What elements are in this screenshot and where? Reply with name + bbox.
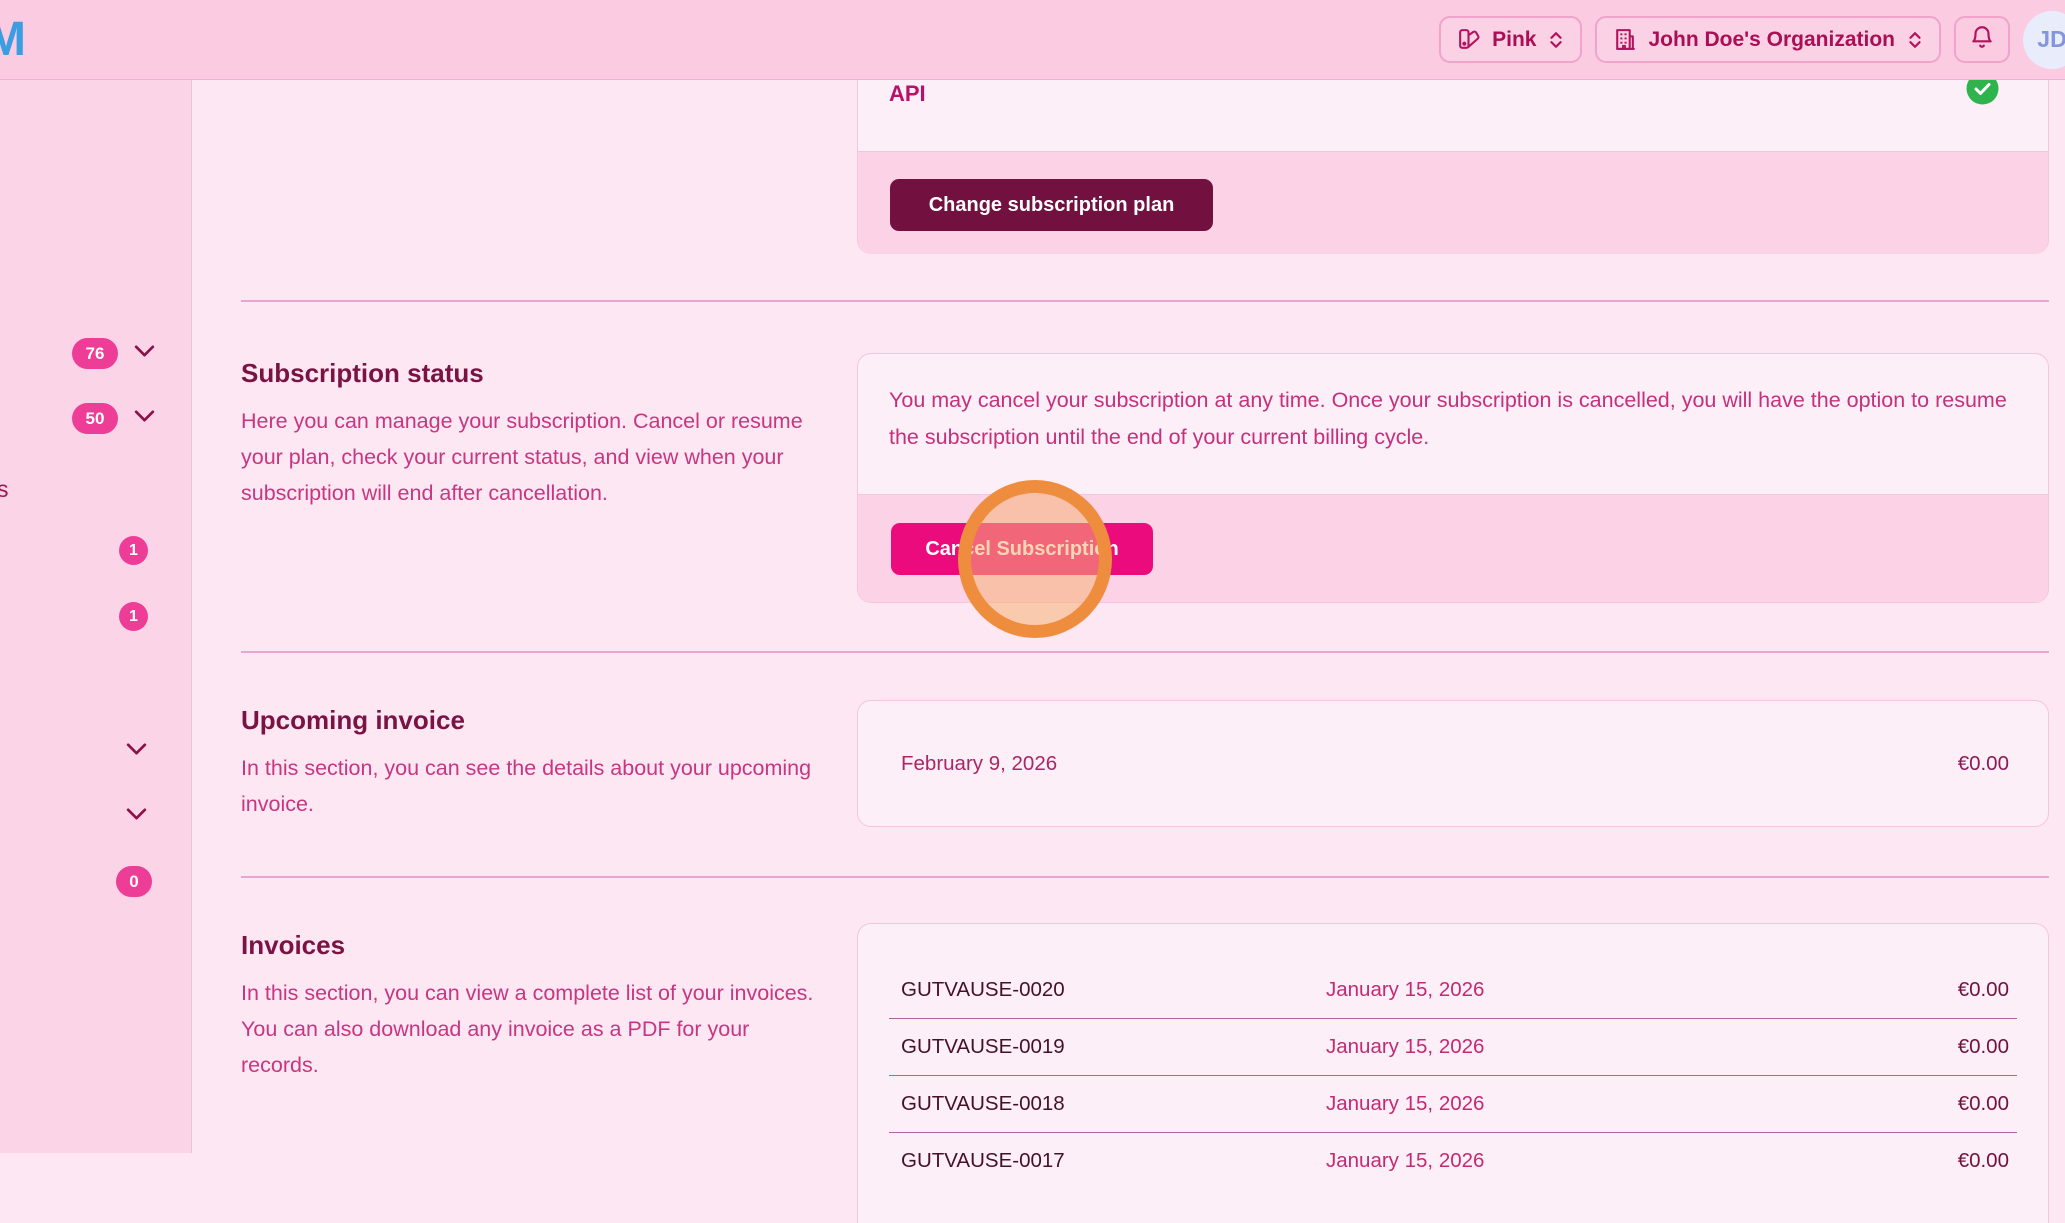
user-avatar[interactable]: JD — [2023, 11, 2065, 69]
sidebar-item-badge-3[interactable]: 0 — [116, 866, 152, 897]
invoices-heading: Invoices — [241, 930, 826, 961]
count-badge: 1 — [119, 602, 148, 631]
invoice-row[interactable]: GUTVAUSE-0019 January 15, 2026 €0.00 — [858, 1019, 2048, 1075]
section-divider — [241, 300, 2049, 302]
upcoming-invoice-intro: Upcoming invoice In this section, you ca… — [241, 705, 826, 822]
theme-swatch-icon — [1456, 27, 1481, 52]
sidebar-clipped-label: s — [0, 476, 9, 503]
sidebar-item-badge-1[interactable]: 1 — [119, 536, 148, 565]
count-badge: 0 — [116, 866, 152, 897]
invoice-number: GUTVAUSE-0019 — [901, 1035, 1326, 1059]
subscription-status-card: You may cancel your subscription at any … — [857, 353, 2049, 603]
upcoming-invoice-heading: Upcoming invoice — [241, 705, 826, 736]
chevron-down-icon[interactable] — [124, 740, 149, 763]
plan-features-card-footer: Change subscription plan — [858, 151, 2048, 254]
plan-features-card-body: API — [858, 80, 2048, 151]
invoice-row[interactable]: GUTVAUSE-0018 January 15, 2026 €0.00 — [858, 1076, 2048, 1132]
invoice-row[interactable]: GUTVAUSE-0020 January 15, 2026 €0.00 — [858, 962, 2048, 1018]
count-badge: 1 — [119, 536, 148, 565]
feature-api-label: API — [889, 81, 926, 107]
subscription-status-card-footer: Cancel Subscription — [858, 494, 2048, 602]
invoice-number: GUTVAUSE-0020 — [901, 978, 1326, 1002]
theme-selector-label: Pink — [1492, 28, 1536, 52]
invoice-date: January 15, 2026 — [1326, 1035, 1958, 1059]
plan-features-card: API Change subscription plan — [857, 80, 2049, 254]
subscription-status-intro: Subscription status Here you can manage … — [241, 358, 826, 511]
invoice-amount: €0.00 — [1958, 1035, 2009, 1059]
section-divider — [241, 876, 2049, 878]
invoice-amount: €0.00 — [1958, 1092, 2009, 1116]
chevron-down-icon[interactable] — [124, 805, 149, 828]
sidebar-item-group-1[interactable]: 76 — [72, 338, 157, 369]
subscription-status-heading: Subscription status — [241, 358, 826, 389]
upcoming-invoice-amount: €0.00 — [1958, 752, 2009, 776]
change-subscription-plan-button[interactable]: Change subscription plan — [890, 179, 1213, 231]
chevron-down-icon[interactable] — [132, 342, 157, 365]
bell-icon — [1969, 24, 1995, 55]
invoice-date: January 15, 2026 — [1326, 978, 1958, 1002]
sidebar: 76 50 s 1 1 0 — [0, 80, 192, 1153]
sidebar-item-group-2[interactable]: 50 — [72, 403, 157, 434]
invoice-date: January 15, 2026 — [1326, 1092, 1958, 1116]
chevron-up-down-icon — [1547, 30, 1565, 50]
invoice-number: GUTVAUSE-0018 — [901, 1092, 1326, 1116]
organization-selector-label: John Doe's Organization — [1648, 28, 1895, 52]
app-logo: M — [0, 12, 25, 67]
subscription-status-card-text: You may cancel your subscription at any … — [858, 354, 2048, 494]
cancel-subscription-button[interactable]: Cancel Subscription — [891, 523, 1153, 575]
chevron-down-icon[interactable] — [132, 407, 157, 430]
upcoming-invoice-card: February 9, 2026 €0.00 — [857, 700, 2049, 827]
invoices-card: GUTVAUSE-0020 January 15, 2026 €0.00 GUT… — [857, 923, 2049, 1223]
upcoming-invoice-date: February 9, 2026 — [901, 752, 1057, 776]
top-bar-controls: Pink John Doe's Organization — [1439, 0, 2065, 80]
sidebar-item-badge-2[interactable]: 1 — [119, 602, 148, 631]
upcoming-invoice-description: In this section, you can see the details… — [241, 750, 826, 822]
count-badge: 76 — [72, 338, 118, 369]
chevron-up-down-icon — [1906, 30, 1924, 50]
invoices-intro: Invoices In this section, you can view a… — [241, 930, 826, 1083]
sidebar-item-expand-2[interactable] — [124, 805, 149, 828]
top-bar: M Pink — [0, 0, 2065, 80]
invoices-description: In this section, you can view a complete… — [241, 975, 826, 1083]
invoice-row[interactable]: GUTVAUSE-0017 January 15, 2026 €0.00 — [858, 1133, 2048, 1189]
organization-selector[interactable]: John Doe's Organization — [1595, 16, 1941, 63]
invoice-amount: €0.00 — [1958, 978, 2009, 1002]
subscription-status-description: Here you can manage your subscription. C… — [241, 403, 826, 511]
theme-selector[interactable]: Pink — [1439, 16, 1582, 63]
section-divider — [241, 651, 2049, 653]
notifications-button[interactable] — [1954, 16, 2010, 63]
count-badge: 50 — [72, 403, 118, 434]
building-icon — [1612, 27, 1637, 52]
sidebar-item-expand-1[interactable] — [124, 740, 149, 763]
